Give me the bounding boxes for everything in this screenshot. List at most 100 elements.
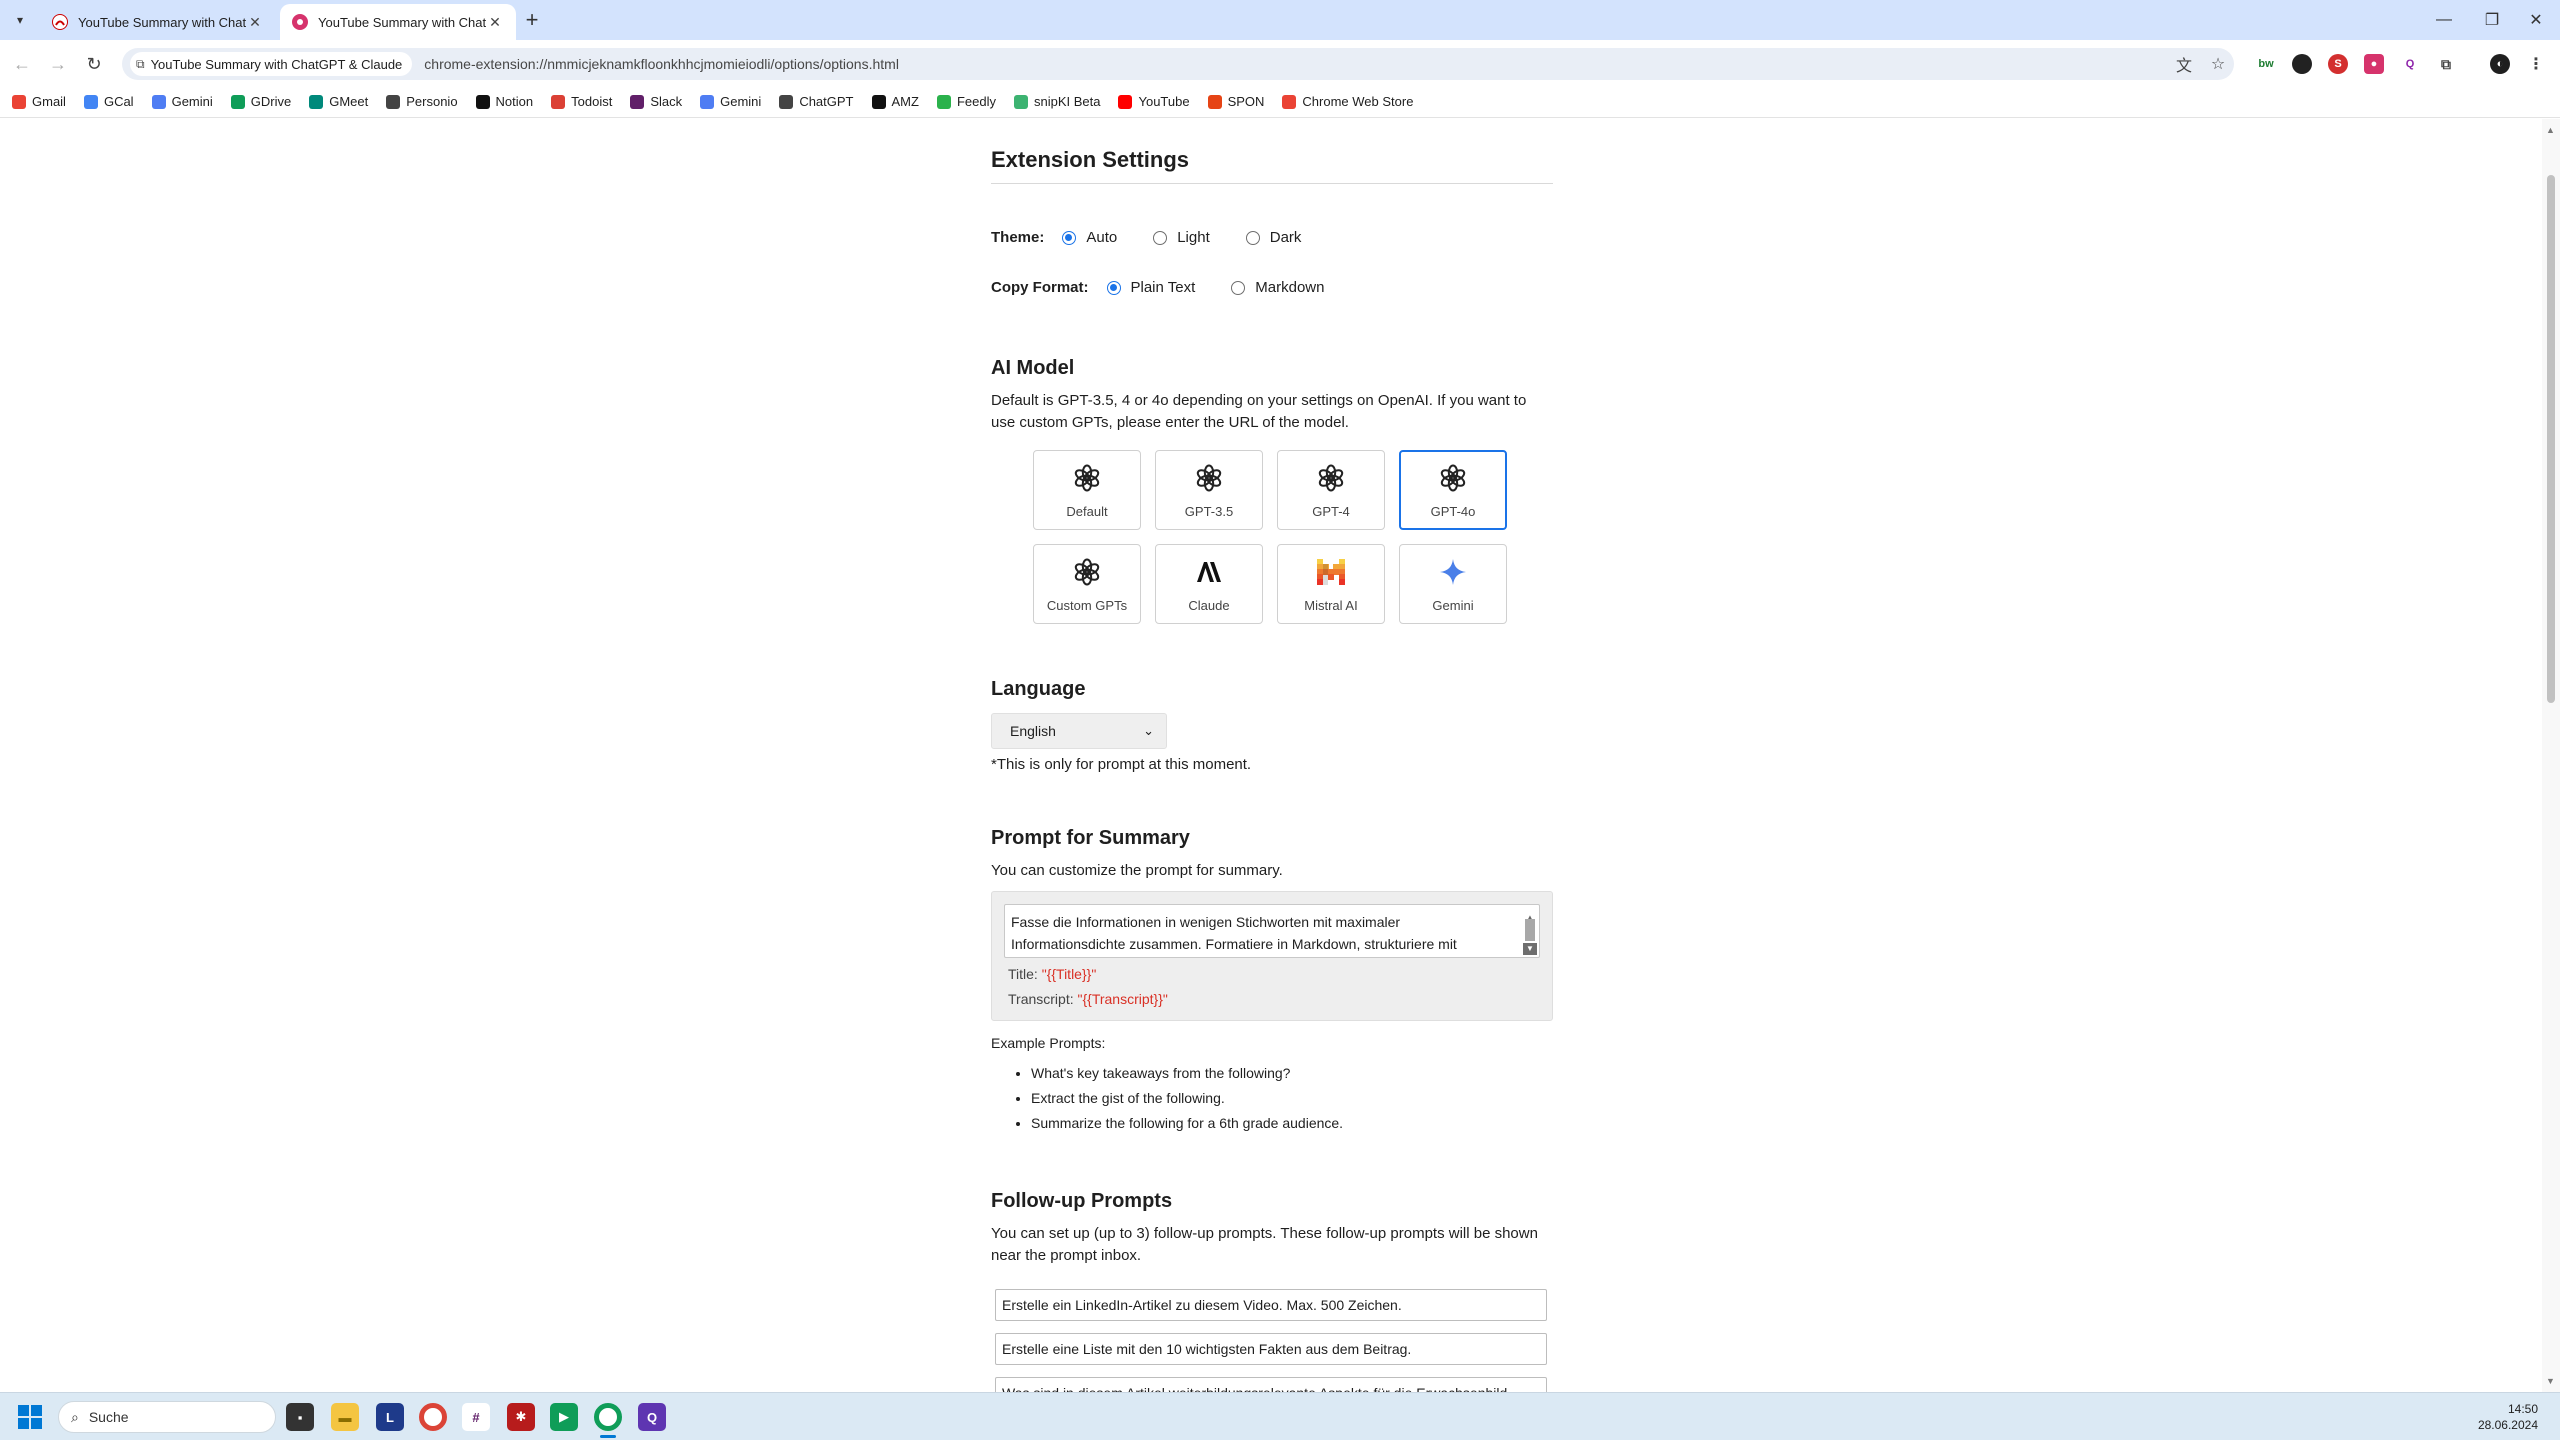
bookmark-todoist[interactable]: Todoist bbox=[551, 94, 612, 109]
app-red-icon[interactable]: ✱ bbox=[507, 1403, 535, 1431]
extension-q-icon[interactable]: Q bbox=[2400, 54, 2420, 74]
taskbar-search[interactable]: ⌕ Suche bbox=[58, 1401, 276, 1433]
language-heading: Language bbox=[991, 678, 1086, 700]
extension-red-icon[interactable]: S bbox=[2328, 54, 2348, 74]
list-item: Extract the gist of the following. bbox=[1031, 1086, 1343, 1111]
page-scrollbar[interactable]: ▲ ▼ bbox=[2542, 119, 2560, 1392]
followup-input-1[interactable]: Erstelle ein LinkedIn-Artikel zu diesem … bbox=[995, 1289, 1547, 1321]
scroll-up-icon[interactable]: ▲ bbox=[2546, 125, 2555, 135]
extension-chip-label: YouTube Summary with ChatGPT & Claude bbox=[150, 56, 403, 72]
bookmark-label: AMZ bbox=[891, 94, 919, 109]
windows-start-icon[interactable] bbox=[18, 1405, 42, 1429]
textarea-scrollbar[interactable]: ▲ ▼ bbox=[1523, 907, 1537, 955]
search-icon: ⌕ bbox=[71, 1408, 79, 1425]
model-default-button[interactable]: Default bbox=[1033, 450, 1141, 530]
copy-markdown-radio[interactable]: Markdown bbox=[1231, 279, 1324, 296]
bookmark-chatgpt[interactable]: ChatGPT bbox=[779, 94, 854, 109]
tab-close-icon[interactable]: ✕ bbox=[486, 13, 504, 31]
page-title: Extension Settings bbox=[991, 147, 1190, 172]
bookmark-gmail[interactable]: Gmail bbox=[12, 94, 66, 109]
extension-chip[interactable]: ⧉ YouTube Summary with ChatGPT & Claude bbox=[130, 52, 413, 76]
restore-icon[interactable]: ❐ bbox=[2468, 0, 2516, 40]
model-custom-gpts-button[interactable]: Custom GPTs bbox=[1033, 544, 1141, 624]
extension-pie-icon[interactable] bbox=[2292, 54, 2312, 74]
theme-dark-radio[interactable]: Dark bbox=[1245, 229, 1301, 246]
meet-icon[interactable]: ▶ bbox=[550, 1403, 578, 1431]
model-claude-button[interactable]: Claude bbox=[1155, 544, 1263, 624]
transcript-variable: "{{Transcript}}" bbox=[1077, 991, 1168, 1007]
followup-input-3[interactable]: Was sind in diesem Artikel weiterbildung… bbox=[995, 1377, 1547, 1392]
active-app-indicator bbox=[600, 1435, 616, 1438]
bookmark-personio[interactable]: Personio bbox=[386, 94, 458, 109]
slack-icon[interactable]: # bbox=[462, 1403, 490, 1431]
bookmark-feedly[interactable]: Feedly bbox=[936, 94, 996, 109]
tab-search-icon[interactable]: ▾ bbox=[8, 8, 32, 32]
tab-active[interactable]: YouTube Summary with ChatGPT ✕ bbox=[280, 4, 516, 40]
model-gpt35-button[interactable]: GPT-3.5 bbox=[1155, 450, 1263, 530]
file-explorer-icon[interactable]: ▬ bbox=[331, 1403, 359, 1431]
back-icon[interactable]: ← bbox=[8, 50, 36, 78]
scroll-down-icon[interactable]: ▼ bbox=[1523, 943, 1537, 955]
menu-dots-icon[interactable]: ⋮ bbox=[2526, 54, 2546, 74]
bookmark-gemini[interactable]: Gemini bbox=[700, 94, 761, 109]
snipki-icon bbox=[1013, 94, 1028, 109]
followup-input-2[interactable]: Erstelle eine Liste mit den 10 wichtigst… bbox=[995, 1333, 1547, 1365]
bookmark-gcal[interactable]: GCal bbox=[83, 94, 134, 109]
prompt-textarea[interactable]: Fasse die Informationen in wenigen Stich… bbox=[1004, 904, 1540, 958]
minimize-icon[interactable]: — bbox=[2420, 0, 2468, 40]
model-gemini-button[interactable]: Gemini bbox=[1399, 544, 1507, 624]
tab-inactive[interactable]: YouTube Summary with ChatGPT ✕ bbox=[40, 4, 276, 40]
model-gpt4-button[interactable]: GPT-4 bbox=[1277, 450, 1385, 530]
bookmark-chrome-web-store[interactable]: Chrome Web Store bbox=[1282, 94, 1413, 109]
close-window-icon[interactable]: ✕ bbox=[2512, 0, 2560, 40]
bookmark-gemini[interactable]: Gemini bbox=[151, 94, 213, 109]
bookmark-label: YouTube bbox=[1138, 94, 1190, 109]
translate-icon[interactable]: 文 bbox=[2172, 52, 2196, 76]
model-mistral-button[interactable]: Mistral AI bbox=[1277, 544, 1385, 624]
extensions-puzzle-icon[interactable]: ⧉ bbox=[2436, 54, 2456, 74]
bookmark-slack[interactable]: Slack bbox=[630, 94, 682, 109]
chrome-active-icon[interactable] bbox=[594, 1403, 622, 1431]
copy-plain-text-radio[interactable]: Plain Text bbox=[1106, 279, 1195, 296]
bookmark-gmeet[interactable]: GMeet bbox=[309, 94, 368, 109]
theme-auto-radio[interactable]: Auto bbox=[1062, 229, 1117, 246]
bookmark-label: ChatGPT bbox=[799, 94, 854, 109]
extension-bw-icon[interactable]: bw bbox=[2256, 54, 2276, 74]
theme-light-radio[interactable]: Light bbox=[1153, 229, 1210, 246]
extension-summary-icon[interactable]: ● bbox=[2364, 54, 2384, 74]
language-select[interactable]: English ⌄ bbox=[991, 713, 1167, 749]
new-tab-button[interactable]: + bbox=[518, 6, 546, 34]
bookmark-youtube[interactable]: YouTube bbox=[1118, 94, 1190, 109]
bookmark-amz[interactable]: AMZ bbox=[871, 94, 919, 109]
app-l-icon[interactable]: L bbox=[376, 1403, 404, 1431]
title-variable-label: Title: bbox=[1008, 966, 1042, 982]
openai-icon bbox=[1071, 556, 1103, 588]
address-bar[interactable]: ⧉ YouTube Summary with ChatGPT & Claude … bbox=[122, 48, 2234, 80]
task-view-icon[interactable]: ▪ bbox=[286, 1403, 314, 1431]
taskbar-search-placeholder: Suche bbox=[88, 1409, 129, 1425]
scroll-down-icon[interactable]: ▼ bbox=[2546, 1376, 2555, 1386]
transcript-variable-line: Transcript: "{{Transcript}}" bbox=[1008, 991, 1168, 1007]
scroll-thumb[interactable] bbox=[2547, 175, 2555, 703]
theme-label: Theme: bbox=[991, 229, 1045, 246]
chrome-icon[interactable] bbox=[419, 1403, 447, 1431]
forward-icon[interactable]: → bbox=[44, 50, 72, 78]
chevron-down-icon: ⌄ bbox=[1143, 723, 1154, 738]
bookmark-gdrive[interactable]: GDrive bbox=[230, 94, 291, 109]
reload-icon[interactable]: ↻ bbox=[80, 50, 108, 78]
webstore-icon bbox=[1282, 94, 1297, 109]
spiegel-icon bbox=[1207, 94, 1222, 109]
clock-time: 14:50 bbox=[2507, 1402, 2538, 1416]
model-gpt4o-button[interactable]: GPT-4o bbox=[1399, 450, 1507, 530]
bookmark-snipki-beta[interactable]: snipKI Beta bbox=[1013, 94, 1100, 109]
app-q-icon[interactable]: Q bbox=[638, 1403, 666, 1431]
extension-favicon-icon bbox=[52, 14, 68, 30]
bookmark-notion[interactable]: Notion bbox=[475, 94, 533, 109]
bookmark-spon[interactable]: SPON bbox=[1207, 94, 1264, 109]
mistral-icon bbox=[1315, 556, 1347, 588]
system-clock[interactable]: 14:50 28.06.2024 bbox=[2478, 1401, 2538, 1433]
profile-avatar[interactable]: ◐ bbox=[2490, 54, 2510, 74]
tab-close-icon[interactable]: ✕ bbox=[246, 13, 264, 31]
bookmark-label: GMeet bbox=[329, 94, 369, 109]
bookmark-star-icon[interactable]: ☆ bbox=[2206, 52, 2230, 76]
